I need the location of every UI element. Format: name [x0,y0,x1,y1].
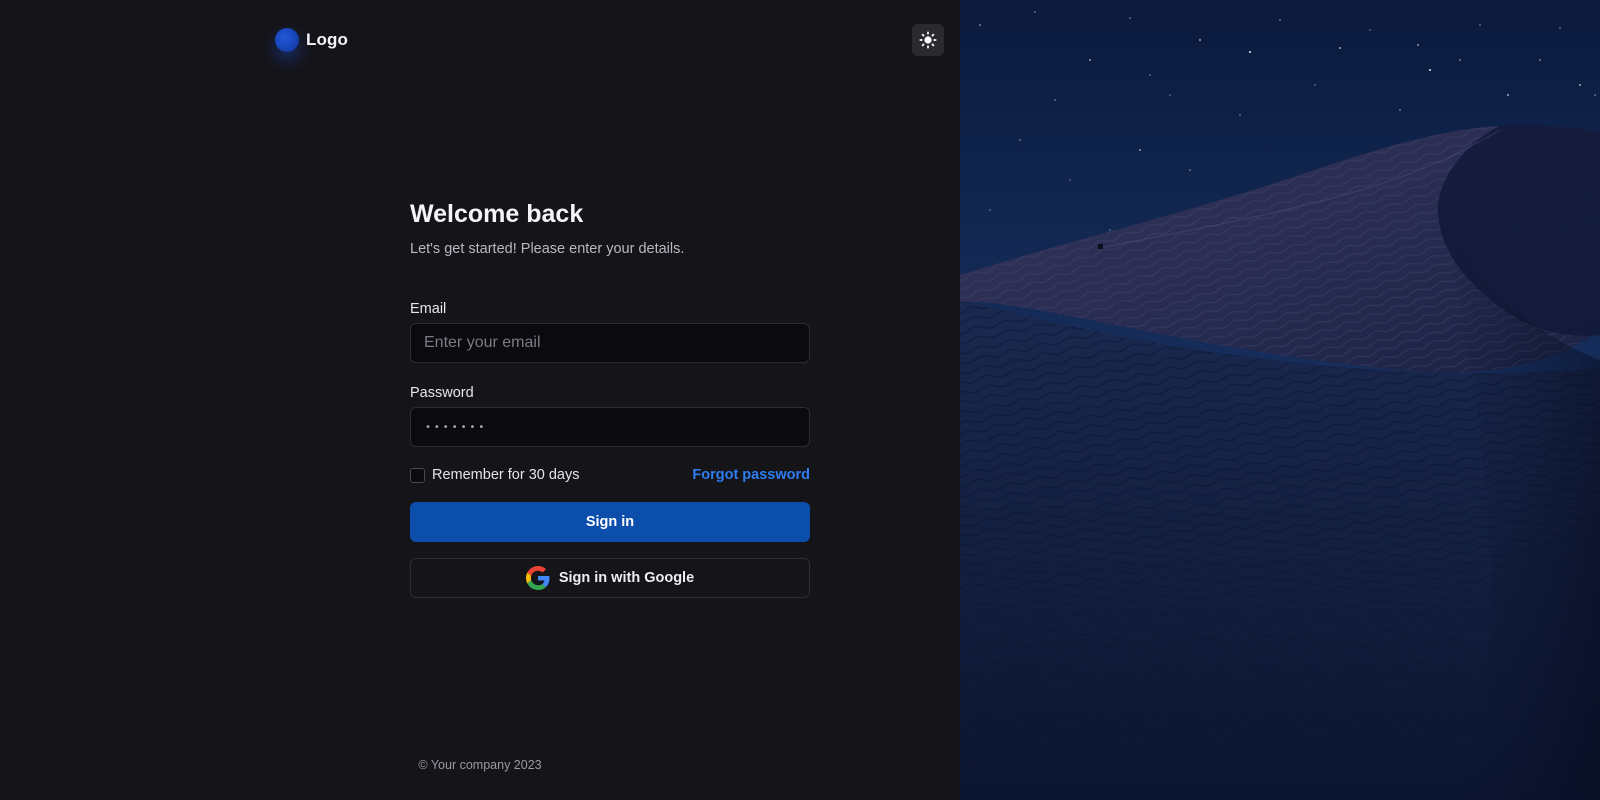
sign-in-button[interactable]: Sign in [410,502,810,542]
logo-text: Logo [306,30,348,49]
login-panel: Logo Welcome back Let's get started! Ple… [0,0,960,800]
remember-me[interactable]: Remember for 30 days [410,467,579,483]
email-label: Email [410,301,447,317]
footer-copyright: © Your company 2023 [418,758,542,772]
google-icon [525,566,550,590]
night-desert-dunes-image [960,0,1600,800]
forgot-password-link[interactable]: Forgot password [692,467,810,483]
logo-mark-icon [275,28,299,52]
password-field[interactable]: ••••••• [410,407,810,447]
theme-toggle-button[interactable] [912,24,944,56]
page-title: Welcome back [410,200,584,228]
remember-label: Remember for 30 days [432,467,580,483]
google-sign-in-label: Sign in with Google [558,570,695,586]
password-label: Password [410,385,474,401]
remember-checkbox[interactable] [410,467,425,483]
brand-logo[interactable]: Logo [275,27,348,53]
remember-row: Remember for 30 days Forgot password [410,465,810,485]
page-subtitle: Let's get started! Please enter your det… [410,241,685,257]
sun-icon [919,31,937,49]
login-form: Welcome back Let's get started! Please e… [410,196,810,598]
google-sign-in-button[interactable]: Sign in with Google [410,558,810,598]
email-field[interactable] [410,323,810,363]
